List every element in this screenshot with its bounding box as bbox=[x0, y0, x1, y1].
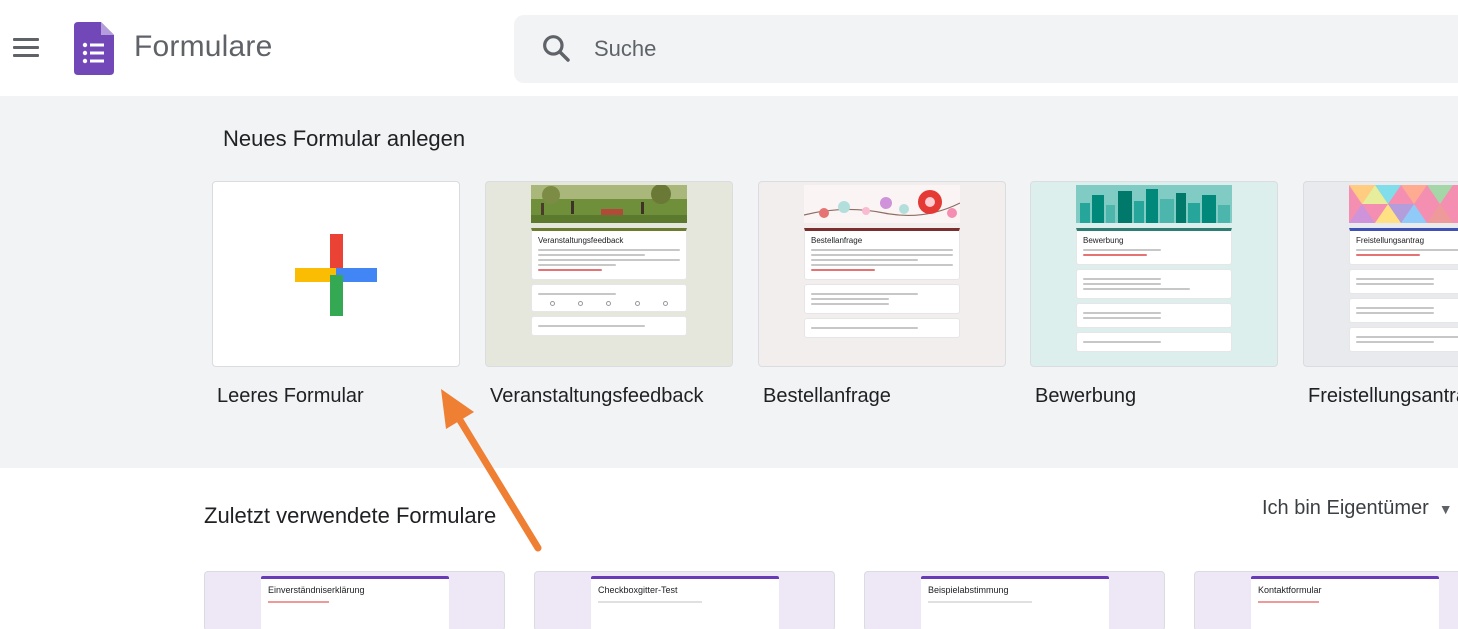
preview-question-card bbox=[804, 284, 960, 314]
preview-title: Bestellanfrage bbox=[811, 236, 863, 245]
recent-form-card[interactable]: Einverständniserklärung bbox=[204, 571, 505, 629]
template-thumbnail[interactable] bbox=[212, 181, 460, 367]
template-thumbnail[interactable]: Veranstaltungsfeedback bbox=[485, 181, 733, 367]
form-thumbnail: Beispielabstimmung bbox=[921, 576, 1109, 629]
template-label: Bestellanfrage bbox=[763, 385, 891, 407]
template-thumbnail[interactable]: Bestellanfrage bbox=[758, 181, 1006, 367]
form-preview: Bestellanfrage bbox=[803, 185, 961, 366]
banner-image bbox=[1076, 185, 1232, 223]
owner-filter-label: Ich bin Eigentümer bbox=[1262, 497, 1429, 519]
preview-question-card bbox=[1076, 303, 1232, 328]
preview-question-card bbox=[1076, 269, 1232, 299]
preview-question-card bbox=[1076, 332, 1232, 352]
recent-form-card[interactable]: Checkboxgitter-Test bbox=[534, 571, 835, 629]
preview-question-card bbox=[804, 318, 960, 338]
form-preview: Bewerbung bbox=[1076, 185, 1232, 366]
preview-title: Bewerbung bbox=[1083, 236, 1124, 245]
recent-form-card[interactable]: Kontaktformular bbox=[1194, 571, 1458, 629]
preview-title: Veranstaltungsfeedback bbox=[538, 236, 624, 245]
recent-form-title: Checkboxgitter-Test bbox=[598, 585, 678, 595]
app-title: Formulare bbox=[134, 30, 273, 63]
preview-question-card bbox=[1349, 269, 1458, 294]
template-event-feedback[interactable]: Veranstaltungsfeedback Veranstaltungsfee… bbox=[485, 181, 733, 408]
recent-forms-title: Zuletzt verwendete Formulare bbox=[204, 503, 497, 528]
template-label: Veranstaltungsfeedback bbox=[490, 385, 704, 407]
template-order-request[interactable]: Bestellanfrage Bestellanfrage bbox=[758, 181, 1006, 408]
preview-question-card bbox=[531, 284, 687, 312]
preview-header-card: Freistellungsantrag bbox=[1349, 228, 1458, 265]
recent-form-title: Beispielabstimmung bbox=[928, 585, 1009, 595]
recent-form-title: Kontaktformular bbox=[1258, 585, 1322, 595]
banner-image bbox=[803, 185, 961, 223]
preview-title: Freistellungsantrag bbox=[1356, 236, 1425, 245]
template-label: Bewerbung bbox=[1035, 385, 1137, 407]
app-header: Formulare bbox=[0, 0, 1458, 96]
form-preview: Veranstaltungsfeedback bbox=[531, 184, 687, 366]
form-thumbnail: Einverständniserklärung bbox=[261, 576, 449, 629]
template-leave-request[interactable]: Freistellungsantrag Freistellungsantr bbox=[1303, 181, 1458, 408]
owner-filter-dropdown[interactable]: Ich bin Eigentümer ▼ bbox=[1262, 497, 1453, 520]
template-gallery: Neues Formular anlegen Leeres Formular V… bbox=[0, 96, 1458, 468]
template-section-title: Neues Formular anlegen bbox=[223, 126, 466, 151]
chevron-down-icon: ▼ bbox=[1438, 501, 1453, 517]
preview-question-card bbox=[1349, 327, 1458, 352]
plus-icon bbox=[295, 234, 377, 316]
template-job-application[interactable]: Bewerbung Bewerbung bbox=[1030, 181, 1278, 408]
preview-header-card: Veranstaltungsfeedback bbox=[531, 228, 687, 280]
recent-form-card[interactable]: Beispielabstimmung bbox=[864, 571, 1165, 629]
template-label: Freistellungsantrag bbox=[1308, 385, 1458, 407]
banner-image bbox=[1349, 185, 1458, 223]
template-thumbnail[interactable]: Bewerbung bbox=[1030, 181, 1278, 367]
hamburger-menu-icon[interactable] bbox=[6, 27, 46, 67]
search-input[interactable] bbox=[594, 33, 1194, 65]
preview-question-card bbox=[531, 316, 687, 336]
preview-header-card: Bestellanfrage bbox=[804, 228, 960, 280]
search-icon[interactable] bbox=[540, 32, 572, 64]
recent-form-title: Einverständniserklärung bbox=[268, 585, 365, 595]
form-thumbnail: Kontaktformular bbox=[1251, 576, 1439, 629]
template-blank-form[interactable]: Leeres Formular bbox=[212, 181, 460, 408]
preview-question-card bbox=[1349, 298, 1458, 323]
form-preview: Freistellungsantrag bbox=[1349, 185, 1458, 366]
template-thumbnail[interactable]: Freistellungsantrag bbox=[1303, 181, 1458, 367]
banner-image bbox=[531, 184, 687, 223]
forms-home-page: Formulare Neues Formular anlegen Leeres … bbox=[0, 0, 1458, 629]
preview-header-card: Bewerbung bbox=[1076, 228, 1232, 265]
template-label: Leeres Formular bbox=[217, 385, 364, 407]
search-bar[interactable] bbox=[514, 15, 1458, 83]
google-forms-logo-icon[interactable] bbox=[74, 22, 114, 75]
form-thumbnail: Checkboxgitter-Test bbox=[591, 576, 779, 629]
